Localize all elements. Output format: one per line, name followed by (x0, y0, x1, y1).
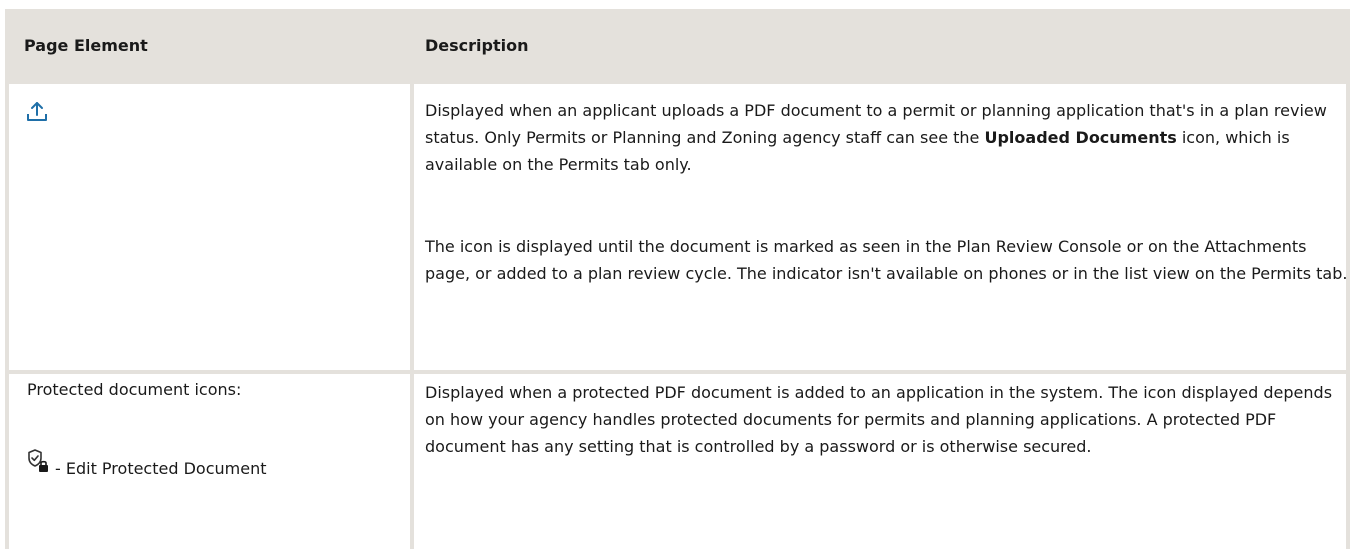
shield-lock-icon (26, 448, 50, 474)
description-paragraph: Displayed when an applicant uploads a PD… (425, 97, 1350, 178)
header-description: Description (425, 36, 529, 55)
protected-icons-label: Protected document icons: (27, 380, 242, 399)
description-paragraph: Displayed when a protected PDF document … (425, 383, 1333, 456)
edit-protected-document-label: - Edit Protected Document (55, 459, 267, 478)
table-header-row: Page Element Description (9, 9, 1346, 84)
upload-icon (25, 100, 49, 124)
header-page-element: Page Element (24, 36, 148, 55)
table-row: Displayed when an applicant uploads a PD… (9, 84, 1347, 374)
uploaded-documents-term: Uploaded Documents (984, 128, 1177, 147)
description-paragraph: The icon is displayed until the document… (425, 237, 1348, 283)
page-element-table: Page Element Description Displayed when … (5, 9, 1350, 549)
table-row: Protected document icons: - Edit Protect… (9, 374, 1346, 554)
